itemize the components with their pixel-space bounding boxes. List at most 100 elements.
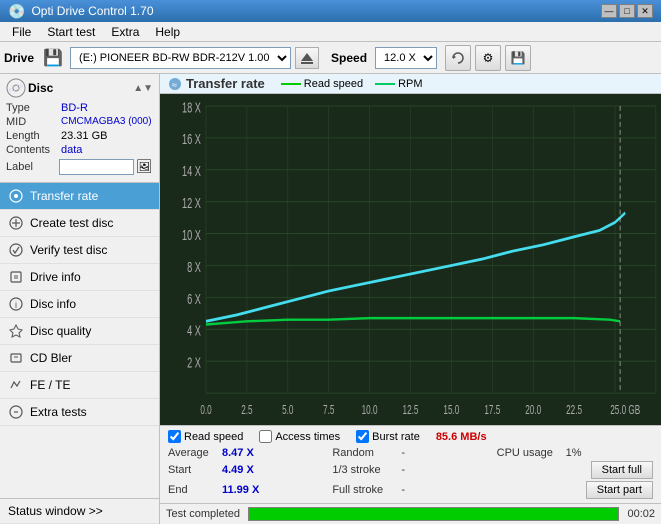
status-window-label: Status window >> xyxy=(8,504,103,518)
disc-length-row: Length 23.31 GB xyxy=(6,130,153,142)
bottom-section: Status window >> xyxy=(0,498,159,524)
nav-disc-info-label: Disc info xyxy=(30,297,76,311)
svg-text:16 X: 16 X xyxy=(182,131,201,148)
transfer-rate-chart: 18 X 16 X 14 X 12 X 10 X 8 X 6 X 4 X 2 X… xyxy=(160,98,661,425)
svg-text:0.0: 0.0 xyxy=(200,403,211,417)
status-window-button[interactable]: Status window >> xyxy=(0,499,159,524)
menu-help[interactable]: Help xyxy=(147,23,188,41)
svg-text:7.5: 7.5 xyxy=(323,403,334,417)
settings-icon: ⚙ xyxy=(483,51,494,65)
fe-te-icon xyxy=(8,377,24,393)
nav-transfer-rate-label: Transfer rate xyxy=(30,189,98,203)
access-times-checkbox[interactable] xyxy=(259,430,272,443)
stats-area: Read speed Access times Burst rate 85.6 … xyxy=(160,425,661,503)
title-bar-controls: — □ ✕ xyxy=(601,4,653,18)
read-speed-checkbox[interactable] xyxy=(168,430,181,443)
speed-select[interactable]: 12.0 X 1.0 X2.0 X4.0 X 6.0 X8.0 X10.0 X … xyxy=(375,47,437,69)
drive-label: Drive xyxy=(4,51,34,65)
svg-text:4 X: 4 X xyxy=(187,323,201,340)
legend-read-speed: Read speed xyxy=(281,78,363,90)
drive-info-icon xyxy=(8,269,24,285)
chart-container: 18 X 16 X 14 X 12 X 10 X 8 X 6 X 4 X 2 X… xyxy=(160,94,661,425)
nav-extra-tests[interactable]: Extra tests xyxy=(0,399,159,426)
nav-disc-info[interactable]: i Disc info xyxy=(0,291,159,318)
cd-bler-icon xyxy=(8,350,24,366)
minimize-button[interactable]: — xyxy=(601,4,617,18)
svg-text:6 X: 6 X xyxy=(187,291,201,308)
nav-cd-bler[interactable]: CD Bler xyxy=(0,345,159,372)
disc-section-title: Disc xyxy=(28,81,53,95)
stats-grid: Average 8.47 X Random - CPU usage 1% Sta… xyxy=(168,447,653,499)
eject-button[interactable] xyxy=(295,47,319,69)
legend-rpm: RPM xyxy=(375,78,422,90)
save-icon: 💾 xyxy=(511,51,526,65)
progress-bar-outer xyxy=(248,507,619,521)
nav-cd-bler-label: CD Bler xyxy=(30,351,72,365)
label-browse-button[interactable]: 🖼 xyxy=(136,158,153,176)
main-layout: Disc ▲▼ Type BD-R MID CMCMAGBA3 (000) Le… xyxy=(0,74,661,524)
start-part-button[interactable]: Start part xyxy=(586,481,653,499)
nav-drive-info[interactable]: Drive info xyxy=(0,264,159,291)
svg-text:25.0 GB: 25.0 GB xyxy=(610,403,640,417)
disc-quality-icon xyxy=(8,323,24,339)
transfer-rate-icon xyxy=(8,188,24,204)
burst-rate-checkbox-text: Burst rate xyxy=(372,431,420,443)
nav-drive-info-label: Drive info xyxy=(30,270,81,284)
menu-extra[interactable]: Extra xyxy=(103,23,147,41)
stat-1-3-stroke-row: 1/3 stroke - xyxy=(332,461,488,479)
drive-select[interactable]: (E:) PIONEER BD-RW BDR-212V 1.00 xyxy=(70,47,291,69)
app-icon: 💿 xyxy=(8,3,25,20)
legend-read-speed-color xyxy=(281,83,301,85)
svg-text:14 X: 14 X xyxy=(182,163,201,180)
nav-fe-te[interactable]: FE / TE xyxy=(0,372,159,399)
disc-icon xyxy=(6,78,26,98)
progress-bar-inner xyxy=(249,508,618,520)
legend-rpm-label: RPM xyxy=(398,78,422,90)
label-input[interactable] xyxy=(59,159,134,175)
sidebar: Disc ▲▼ Type BD-R MID CMCMAGBA3 (000) Le… xyxy=(0,74,160,524)
nav-verify-test-disc[interactable]: Verify test disc xyxy=(0,237,159,264)
nav-create-test-disc[interactable]: Create test disc xyxy=(0,210,159,237)
nav-disc-quality-label: Disc quality xyxy=(30,324,91,338)
nav-items: Transfer rate Create test disc Verify te… xyxy=(0,183,159,426)
close-button[interactable]: ✕ xyxy=(637,4,653,18)
chart-header: ≈ Transfer rate Read speed RPM xyxy=(160,74,661,94)
disc-type-row: Type BD-R xyxy=(6,102,153,114)
chart-legend: Read speed RPM xyxy=(281,78,423,90)
disc-arrows[interactable]: ▲▼ xyxy=(133,83,153,94)
refresh-button[interactable] xyxy=(445,45,471,71)
title-bar: 💿 Opti Drive Control 1.70 — □ ✕ xyxy=(0,0,661,22)
read-speed-checkbox-label[interactable]: Read speed xyxy=(168,430,243,443)
svg-text:i: i xyxy=(15,300,17,310)
nav-disc-quality[interactable]: Disc quality xyxy=(0,318,159,345)
drive-icon: 💾 xyxy=(42,47,64,69)
disc-header: Disc ▲▼ xyxy=(6,78,153,98)
refresh-icon xyxy=(451,51,465,65)
stat-end-row: End 11.99 X xyxy=(168,481,324,499)
stat-cpu-row: CPU usage 1% xyxy=(497,447,653,459)
access-times-checkbox-label[interactable]: Access times xyxy=(259,430,340,443)
menu-start-test[interactable]: Start test xyxy=(39,23,103,41)
svg-text:8 X: 8 X xyxy=(187,259,201,276)
svg-text:10 X: 10 X xyxy=(182,227,201,244)
progress-time: 00:02 xyxy=(627,508,655,520)
menu-file[interactable]: File xyxy=(4,23,39,41)
svg-text:18 X: 18 X xyxy=(182,99,201,116)
nav-extra-tests-label: Extra tests xyxy=(30,405,87,419)
burst-rate-checkbox[interactable] xyxy=(356,430,369,443)
toolbar: Drive 💾 (E:) PIONEER BD-RW BDR-212V 1.00… xyxy=(0,42,661,74)
stats-checkboxes: Read speed Access times Burst rate 85.6 … xyxy=(168,430,653,443)
svg-text:22.5: 22.5 xyxy=(566,403,582,417)
burst-rate-value: 85.6 MB/s xyxy=(436,431,487,443)
title-bar-title: Opti Drive Control 1.70 xyxy=(31,4,601,18)
settings-button[interactable]: ⚙ xyxy=(475,45,501,71)
maximize-button[interactable]: □ xyxy=(619,4,635,18)
save-button[interactable]: 💾 xyxy=(505,45,531,71)
menu-bar: File Start test Extra Help xyxy=(0,22,661,42)
svg-text:17.5: 17.5 xyxy=(484,403,500,417)
status-text: Test completed xyxy=(166,508,240,520)
burst-rate-checkbox-label[interactable]: Burst rate xyxy=(356,430,420,443)
nav-transfer-rate[interactable]: Transfer rate xyxy=(0,183,159,210)
disc-panel: Disc ▲▼ Type BD-R MID CMCMAGBA3 (000) Le… xyxy=(0,74,159,183)
start-full-button[interactable]: Start full xyxy=(591,461,653,479)
